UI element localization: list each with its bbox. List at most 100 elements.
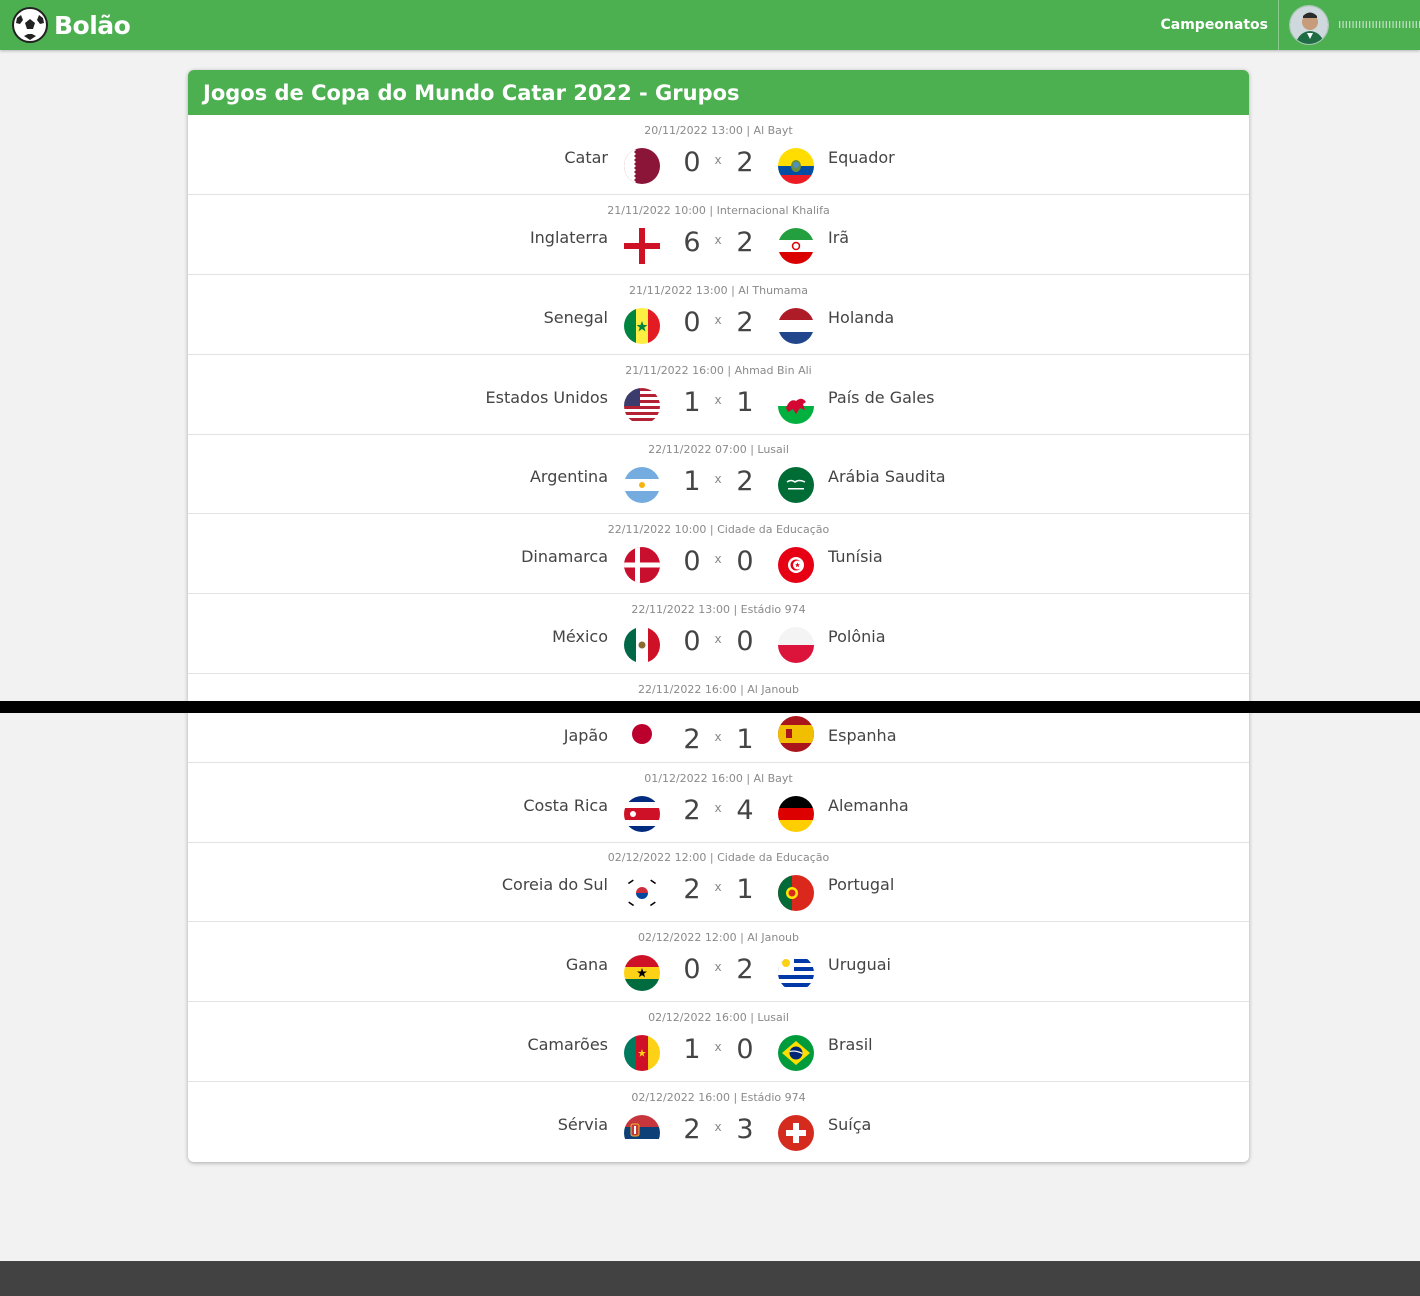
netherlands-flag-icon bbox=[778, 308, 814, 344]
brand-link[interactable]: Bolão bbox=[12, 7, 131, 43]
home-team-name: Camarões bbox=[527, 1035, 608, 1054]
home-team-name: Japão bbox=[563, 726, 608, 745]
card-title: Jogos de Copa do Mundo Catar 2022 - Grup… bbox=[203, 80, 740, 105]
switzerland-flag-icon bbox=[778, 1115, 814, 1151]
game-meta: 21/11/2022 16:00 | Ahmad Bin Ali bbox=[625, 364, 812, 377]
nav-campeonatos-link[interactable]: Campeonatos bbox=[1160, 0, 1268, 50]
score-separator: x bbox=[714, 632, 722, 646]
home-score: 1 bbox=[683, 1034, 701, 1065]
game-meta: 02/12/2022 16:00 | Estádio 974 bbox=[631, 1091, 806, 1104]
home-score: 0 bbox=[683, 626, 701, 657]
home-score: 6 bbox=[683, 227, 701, 258]
score-separator: x bbox=[714, 880, 722, 894]
game-meta: 20/11/2022 13:00 | Al Bayt bbox=[644, 124, 793, 137]
game-meta: 22/11/2022 16:00 | Al Janoub bbox=[637, 683, 799, 696]
away-team-name: Holanda bbox=[828, 308, 895, 327]
game-row[interactable]: 01/12/2022 16:00 | Al Bayt Costa Rica 2 … bbox=[188, 763, 1249, 843]
senegal-flag-icon bbox=[624, 308, 660, 344]
away-team-name: Equador bbox=[828, 148, 895, 167]
home-team-name: Dinamarca bbox=[521, 547, 608, 566]
usa-flag-icon bbox=[624, 388, 660, 424]
costa-rica-flag-icon bbox=[624, 796, 660, 832]
score-separator: x bbox=[714, 801, 722, 815]
game-row[interactable]: 22/11/2022 16:00 | Al Janoub Japão 2 x 1… bbox=[188, 674, 1249, 763]
game-row[interactable]: 02/12/2022 12:00 | Al Janoub Gana 0 x 2 … bbox=[188, 922, 1249, 1002]
home-team-name: Argentina bbox=[529, 467, 608, 486]
game-row[interactable]: 21/11/2022 13:00 | Al Thumama Senegal 0 … bbox=[188, 275, 1249, 355]
home-score: 0 bbox=[683, 954, 701, 985]
game-row[interactable]: 21/11/2022 10:00 | Internacional Khalifa… bbox=[188, 195, 1249, 275]
game-row[interactable]: 20/11/2022 13:00 | Al Bayt Catar 0 x 2 E… bbox=[188, 115, 1249, 195]
game-row[interactable]: 02/12/2022 16:00 | Lusail Camarões 1 x 0… bbox=[188, 1002, 1249, 1082]
away-team-name: País de Gales bbox=[828, 388, 935, 407]
game-meta: 22/11/2022 07:00 | Lusail bbox=[648, 443, 789, 456]
score-separator: x bbox=[714, 730, 722, 744]
away-team-name: Portugal bbox=[828, 875, 895, 894]
game-meta: 02/12/2022 16:00 | Lusail bbox=[648, 1011, 789, 1024]
home-team-name: Costa Rica bbox=[523, 796, 608, 815]
england-flag-icon bbox=[624, 228, 660, 264]
user-avatar[interactable] bbox=[1289, 5, 1329, 45]
home-team-name: Coreia do Sul bbox=[501, 875, 608, 894]
away-score: 2 bbox=[736, 954, 754, 985]
home-score: 1 bbox=[683, 466, 701, 497]
iran-flag-icon bbox=[778, 228, 814, 264]
home-score: 2 bbox=[683, 874, 701, 905]
portugal-flag-icon bbox=[778, 875, 814, 911]
game-row[interactable]: 22/11/2022 07:00 | Lusail Argentina 1 x … bbox=[188, 434, 1249, 514]
away-score: 0 bbox=[736, 1034, 754, 1065]
cameroon-flag-icon bbox=[624, 1035, 660, 1071]
game-row[interactable]: 22/11/2022 13:00 | Estádio 974 México 0 … bbox=[188, 594, 1249, 674]
home-score: 2 bbox=[683, 724, 701, 755]
game-row[interactable]: 22/11/2022 10:00 | Cidade da Educação Di… bbox=[188, 514, 1249, 594]
username[interactable]: ıııııııııııııııııııııııııııııı bbox=[1338, 17, 1420, 31]
home-score: 1 bbox=[683, 387, 701, 418]
away-team-name: Brasil bbox=[828, 1035, 873, 1054]
away-score: 2 bbox=[736, 227, 754, 258]
spain-flag-icon bbox=[778, 716, 814, 752]
game-meta: 02/12/2022 12:00 | Al Janoub bbox=[637, 931, 799, 944]
away-team-name: Alemanha bbox=[828, 796, 909, 815]
score-separator: x bbox=[714, 552, 722, 566]
away-score: 1 bbox=[736, 387, 754, 418]
away-score: 3 bbox=[736, 1114, 754, 1145]
home-team-name: Estados Unidos bbox=[485, 388, 608, 407]
score-separator: x bbox=[714, 1040, 722, 1054]
japan-flag-icon bbox=[624, 716, 660, 752]
uruguay-flag-icon bbox=[778, 955, 814, 991]
away-score: 1 bbox=[736, 874, 754, 905]
argentina-flag-icon bbox=[624, 467, 660, 503]
home-team-name: Gana bbox=[565, 955, 608, 974]
game-meta: 22/11/2022 10:00 | Cidade da Educação bbox=[607, 523, 830, 536]
home-score: 0 bbox=[683, 147, 701, 178]
game-meta: 02/12/2022 12:00 | Cidade da Educação bbox=[607, 851, 830, 864]
away-team-name: Polônia bbox=[828, 627, 886, 646]
game-row[interactable]: 21/11/2022 16:00 | Ahmad Bin Ali Estados… bbox=[188, 355, 1249, 435]
top-navbar: Bolão Campeonatos ıııııııııııııııııııııı… bbox=[0, 0, 1420, 50]
germany-flag-icon bbox=[778, 796, 814, 832]
home-team-name: Catar bbox=[564, 148, 608, 167]
away-team-name: Suíça bbox=[828, 1115, 872, 1134]
mexico-flag-icon bbox=[624, 627, 660, 663]
away-score: 2 bbox=[736, 147, 754, 178]
ecuador-flag-icon bbox=[778, 148, 814, 184]
games-card: Jogos de Copa do Mundo Catar 2022 - Grup… bbox=[188, 70, 1249, 1162]
game-row[interactable]: 02/12/2022 16:00 | Estádio 974 Sérvia 2 … bbox=[188, 1082, 1249, 1162]
away-score: 0 bbox=[736, 626, 754, 657]
score-separator: x bbox=[714, 233, 722, 247]
home-team-name: Senegal bbox=[543, 308, 608, 327]
game-meta: 21/11/2022 13:00 | Al Thumama bbox=[629, 284, 808, 297]
score-separator: x bbox=[714, 472, 722, 486]
qatar-flag-icon bbox=[624, 148, 660, 184]
home-score: 2 bbox=[683, 1114, 701, 1145]
game-meta: 21/11/2022 10:00 | Internacional Khalifa bbox=[607, 204, 830, 217]
ghana-flag-icon bbox=[624, 955, 660, 991]
game-row[interactable]: 02/12/2022 12:00 | Cidade da Educação Co… bbox=[188, 842, 1249, 922]
tunisia-flag-icon bbox=[778, 547, 814, 583]
away-score: 4 bbox=[736, 795, 754, 826]
away-score: 0 bbox=[736, 546, 754, 577]
denmark-flag-icon bbox=[624, 547, 660, 583]
away-score: 2 bbox=[736, 307, 754, 338]
score-separator: x bbox=[714, 393, 722, 407]
away-score: 2 bbox=[736, 466, 754, 497]
